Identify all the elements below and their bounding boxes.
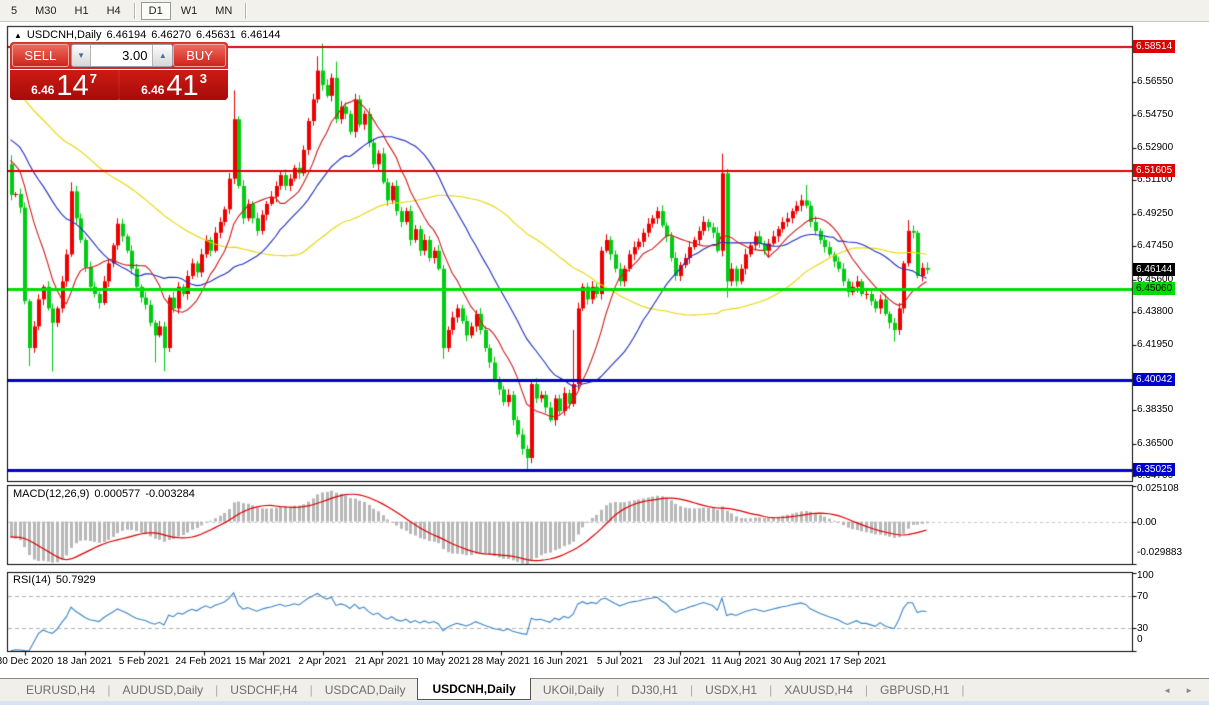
price-axis-label: 6.43800 [1137, 306, 1173, 317]
timeframe-button-H1[interactable]: H1 [67, 2, 97, 20]
timeframe-button-H4[interactable]: H4 [99, 2, 129, 20]
tab-gbpusd-h1[interactable]: GBPUSD,H1 [868, 680, 961, 700]
volume-decrease-button[interactable]: ▼ [72, 45, 92, 66]
collapse-triangle-icon[interactable]: ▲ [14, 31, 22, 40]
rsi-axis-label: 70 [1137, 591, 1148, 602]
price-axis-label: 6.36500 [1137, 438, 1173, 449]
timeframe-button-D1[interactable]: D1 [141, 2, 171, 20]
tab-usdchf-h4[interactable]: USDCHF,H4 [218, 680, 309, 700]
current-price-badge: 6.46144 [1133, 263, 1175, 276]
tab-usdcad-daily[interactable]: USDCAD,Daily [313, 680, 418, 700]
toolbar-separator [245, 3, 247, 19]
price-axis-label: 6.41950 [1137, 339, 1173, 350]
toolbar-separator [134, 3, 136, 19]
sell-price-sup: 7 [90, 71, 97, 86]
price-axis-label: 6.49250 [1137, 208, 1173, 219]
macd-value-main: 0.000577 [94, 488, 140, 500]
ohlc-high: 6.46270 [151, 29, 191, 41]
hline-price-badge: 6.51605 [1133, 164, 1175, 177]
volume-stepper: ▼ ▲ [71, 44, 174, 67]
one-click-trading-panel: SELL ▼ ▲ BUY 6.46 14 7 6.46 41 3 [10, 42, 228, 100]
timeframe-toolbar: 5M30H1H4 D1W1MN [0, 0, 1209, 22]
tab-scroll-right-icon[interactable]: ► [1185, 686, 1193, 695]
tab-separator: | [961, 683, 964, 697]
price-axis-label: 6.38350 [1137, 404, 1173, 415]
sell-price-big: 14 [56, 73, 88, 100]
buy-price-display[interactable]: 6.46 41 3 [120, 70, 228, 100]
buy-button[interactable]: BUY [173, 44, 226, 67]
tab-ukoil-daily[interactable]: UKOil,Daily [531, 680, 616, 700]
chart-title: USDCNH,Daily [27, 29, 102, 41]
chart-plot-area[interactable] [0, 0, 1209, 705]
volume-increase-button[interactable]: ▲ [152, 45, 172, 66]
hline-price-badge: 6.40042 [1133, 373, 1175, 386]
macd-axis-label: 0.00 [1137, 517, 1156, 528]
price-axis-label: 6.52900 [1137, 142, 1173, 153]
tab-scroll-buttons: ◄► [1163, 686, 1209, 695]
rsi-label: RSI(14) 50.7929 [13, 574, 101, 586]
tab-usdx-h1[interactable]: USDX,H1 [693, 680, 769, 700]
price-axis-label: 6.54750 [1137, 109, 1173, 120]
sell-button[interactable]: SELL [12, 44, 69, 67]
buy-price-big: 41 [166, 73, 198, 100]
price-axis-label: 6.47450 [1137, 240, 1173, 251]
ohlc-open: 6.46194 [106, 29, 146, 41]
timeframe-button-M30[interactable]: M30 [27, 2, 64, 20]
macd-label: MACD(12,26,9) 0.000577 -0.003284 [13, 488, 200, 500]
sell-price-prefix: 6.46 [31, 83, 54, 97]
tab-audusd-daily[interactable]: AUDUSD,Daily [110, 680, 215, 700]
tab-usdcnh-daily[interactable]: USDCNH,Daily [417, 678, 530, 700]
tab-dj30-h1[interactable]: DJ30,H1 [619, 680, 690, 700]
tab-xauusd-h4[interactable]: XAUUSD,H4 [772, 680, 865, 700]
rsi-axis-label: 100 [1137, 570, 1154, 581]
time-axis-label: 17 Sep 2021 [823, 656, 893, 667]
buy-price-sup: 3 [200, 71, 207, 86]
hline-price-badge: 6.35025 [1133, 463, 1175, 476]
macd-axis-label: 0.025108 [1137, 483, 1179, 494]
macd-value-signal: -0.003284 [145, 488, 195, 500]
hline-price-badge: 6.58514 [1133, 40, 1175, 53]
rsi-value: 50.7929 [56, 574, 96, 586]
hline-price-badge: 6.45060 [1133, 282, 1175, 295]
tab-scroll-left-icon[interactable]: ◄ [1163, 686, 1171, 695]
price-axis-label: 6.56550 [1137, 76, 1173, 87]
macd-name: MACD(12,26,9) [13, 488, 89, 500]
buy-price-prefix: 6.46 [141, 83, 164, 97]
status-strip [0, 701, 1209, 705]
sell-price-display[interactable]: 6.46 14 7 [10, 70, 118, 100]
rsi-name: RSI(14) [13, 574, 51, 586]
volume-input[interactable] [91, 45, 152, 66]
macd-axis-label: -0.029883 [1137, 547, 1182, 558]
tab-eurusd-h4[interactable]: EURUSD,H4 [14, 680, 107, 700]
chart-tab-bar: EURUSD,H4|AUDUSD,Daily|USDCHF,H4|USDCAD,… [0, 678, 1209, 701]
timeframe-button-W1[interactable]: W1 [173, 2, 206, 20]
rsi-axis-label: 0 [1137, 634, 1143, 645]
ohlc-close: 6.46144 [241, 29, 281, 41]
rsi-axis-label: 30 [1137, 623, 1148, 634]
timeframe-button-MN[interactable]: MN [207, 2, 240, 20]
timeframe-button-5[interactable]: 5 [3, 2, 25, 20]
chart-header: ▲ USDCNH,Daily 6.46194 6.46270 6.45631 6.4614… [14, 29, 286, 41]
ohlc-low: 6.45631 [196, 29, 236, 41]
